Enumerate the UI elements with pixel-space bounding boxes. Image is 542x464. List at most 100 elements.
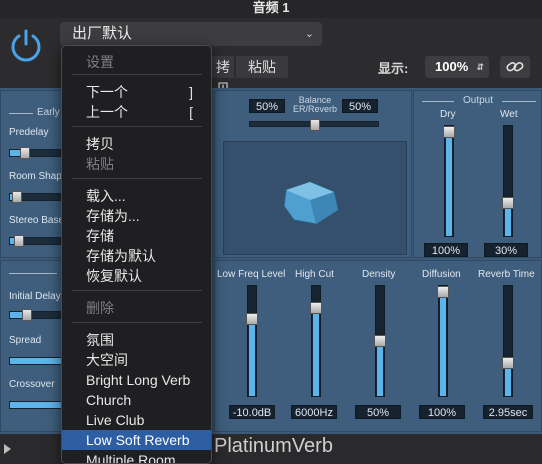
room-shape-slider[interactable] bbox=[9, 191, 61, 203]
menu-item-label: 存储 bbox=[86, 228, 114, 244]
menu-item-label: 上一个 bbox=[86, 104, 128, 120]
menu-item-label: Bright Long Verb bbox=[86, 372, 191, 388]
density-fader[interactable] bbox=[374, 285, 386, 397]
plugin-window: 音频 1 出厂默认 ⌄ 拷贝 粘贴 显示: 100% ⇵ Ear bbox=[0, 0, 542, 464]
menu-item[interactable]: 上一个 [ bbox=[62, 102, 211, 122]
menu-item-label: 粘贴 bbox=[86, 156, 114, 172]
balance-right-value[interactable]: 50% bbox=[342, 99, 378, 113]
disclosure-triangle-icon[interactable] bbox=[4, 444, 11, 454]
display-label: 显示: bbox=[378, 61, 409, 76]
output-section-title: Output bbox=[414, 95, 542, 109]
predelay-slider[interactable] bbox=[9, 147, 61, 159]
window-title: 音频 1 bbox=[0, 0, 542, 18]
menu-item[interactable]: 存储 bbox=[62, 226, 211, 246]
menu-item-label: Live Club bbox=[86, 412, 145, 428]
link-icon bbox=[506, 62, 524, 72]
menu-item[interactable]: 载入... bbox=[62, 186, 211, 206]
menu-separator bbox=[72, 322, 202, 323]
menu-item-label: 下一个 bbox=[86, 84, 128, 100]
paste-button[interactable]: 粘贴 bbox=[236, 56, 288, 78]
menu-item[interactable]: 下一个] bbox=[62, 82, 211, 102]
menu-item[interactable]: 氛围 bbox=[62, 330, 211, 350]
menu-separator bbox=[72, 126, 202, 127]
high-cut-fader[interactable] bbox=[310, 285, 322, 397]
low-freq-level-fader[interactable] bbox=[246, 285, 258, 397]
density-label: Density bbox=[362, 269, 396, 280]
menu-item: 设置 bbox=[62, 52, 211, 72]
reverb-time-label: Reverb Time bbox=[478, 269, 535, 280]
menu-item-label: 拷贝 bbox=[86, 136, 114, 152]
dry-value[interactable]: 100% bbox=[424, 243, 468, 257]
reverb-time-value[interactable]: 2.95sec bbox=[483, 405, 533, 419]
menu-item-label: 存储为默认 bbox=[86, 248, 156, 264]
crossover-label: Crossover bbox=[9, 379, 55, 390]
link-button[interactable] bbox=[500, 56, 530, 78]
menu-item-label: 恢复默认 bbox=[86, 268, 142, 284]
menu-item-shortcut: ] bbox=[189, 84, 193, 100]
room-shape-icon bbox=[283, 181, 339, 225]
menu-item-label: Multiple Room bbox=[86, 452, 176, 464]
updown-chevron-icon: ⇵ bbox=[476, 62, 484, 72]
menu-item-label: 氛围 bbox=[86, 332, 114, 348]
preset-menu: 设置下一个] 上一个 [ 拷贝粘贴载入... 存储为... 存储存储为默认恢复默认删除氛围… bbox=[61, 45, 212, 464]
menu-separator bbox=[72, 74, 202, 75]
initial-delay-slider[interactable] bbox=[9, 309, 61, 321]
menu-item[interactable]: 拷贝 bbox=[62, 134, 211, 154]
low-freq-level-value[interactable]: -10.0dB bbox=[229, 405, 275, 419]
preset-name: 出厂默认 bbox=[72, 25, 133, 42]
spread-label: Spread bbox=[9, 335, 42, 346]
menu-item-label: 大空间 bbox=[86, 352, 128, 368]
balance-left-value[interactable]: 50% bbox=[249, 99, 285, 113]
menu-item[interactable]: 存储为默认 bbox=[62, 246, 211, 266]
power-icon[interactable] bbox=[8, 27, 44, 63]
menu-item[interactable]: 大空间 bbox=[62, 350, 211, 370]
output-panel: Output Dry Wet 100% 30% bbox=[413, 90, 542, 258]
menu-item-label: 载入... bbox=[86, 188, 126, 204]
balance-subtitle: ER/Reverb bbox=[292, 104, 337, 114]
zoom-dropdown[interactable]: 100% ⇵ bbox=[425, 56, 489, 78]
preset-dropdown[interactable]: 出厂默认 ⌄ bbox=[60, 22, 322, 46]
spread-slider[interactable] bbox=[9, 357, 62, 365]
room-display bbox=[223, 141, 407, 255]
balance-slider[interactable] bbox=[249, 119, 379, 131]
chevron-down-icon: ⌄ bbox=[304, 28, 314, 40]
menu-item-label: 删除 bbox=[86, 300, 114, 316]
reverb-time-fader[interactable] bbox=[502, 285, 514, 397]
wet-label: Wet bbox=[500, 109, 518, 120]
crossover-slider[interactable] bbox=[9, 401, 62, 409]
menu-item-shortcut: [ bbox=[189, 104, 193, 120]
diffusion-fader[interactable] bbox=[437, 285, 449, 397]
menu-item[interactable]: 恢复默认 bbox=[62, 266, 211, 286]
wet-fader[interactable] bbox=[502, 125, 514, 237]
menu-item[interactable]: 存储为... bbox=[62, 206, 211, 226]
menu-item[interactable]: Live Club bbox=[62, 410, 211, 430]
initial-delay-label: Initial Delay bbox=[9, 291, 61, 302]
high-cut-label: High Cut bbox=[295, 269, 334, 280]
high-cut-value[interactable]: 6000Hz bbox=[291, 405, 337, 419]
diffusion-label: Diffusion bbox=[422, 269, 461, 280]
low-freq-level-label: Low Freq Level bbox=[217, 269, 286, 280]
menu-item-label: 存储为... bbox=[86, 208, 140, 224]
diffusion-value[interactable]: 100% bbox=[419, 405, 465, 419]
menu-item-label: Church bbox=[86, 392, 132, 408]
menu-item-label: Low Soft Reverb bbox=[86, 432, 190, 448]
menu-item-label: 设置 bbox=[86, 54, 114, 70]
density-value[interactable]: 50% bbox=[355, 405, 401, 419]
stereo-base-slider[interactable] bbox=[9, 235, 61, 247]
menu-separator bbox=[72, 178, 202, 179]
menu-item[interactable]: Church bbox=[62, 390, 211, 410]
menu-item[interactable]: Bright Long Verb bbox=[62, 370, 211, 390]
dry-label: Dry bbox=[440, 109, 456, 120]
stereo-base-label: Stereo Base bbox=[9, 215, 65, 226]
menu-separator bbox=[72, 290, 202, 291]
reverb-panel: Low Freq Level High Cut Density Diffusio… bbox=[214, 260, 542, 432]
menu-item[interactable]: Multiple Room bbox=[62, 450, 211, 464]
balance-panel: 50% Balance ER/Reverb 50% bbox=[214, 90, 412, 258]
plugin-brand: PlatinumVerb bbox=[214, 435, 333, 457]
predelay-label: Predelay bbox=[9, 127, 49, 138]
menu-item[interactable]: Low Soft Reverb bbox=[62, 430, 211, 450]
dry-fader[interactable] bbox=[443, 125, 455, 237]
menu-item: 粘贴 bbox=[62, 154, 211, 174]
wet-value[interactable]: 30% bbox=[484, 243, 528, 257]
menu-item: 删除 bbox=[62, 298, 211, 318]
